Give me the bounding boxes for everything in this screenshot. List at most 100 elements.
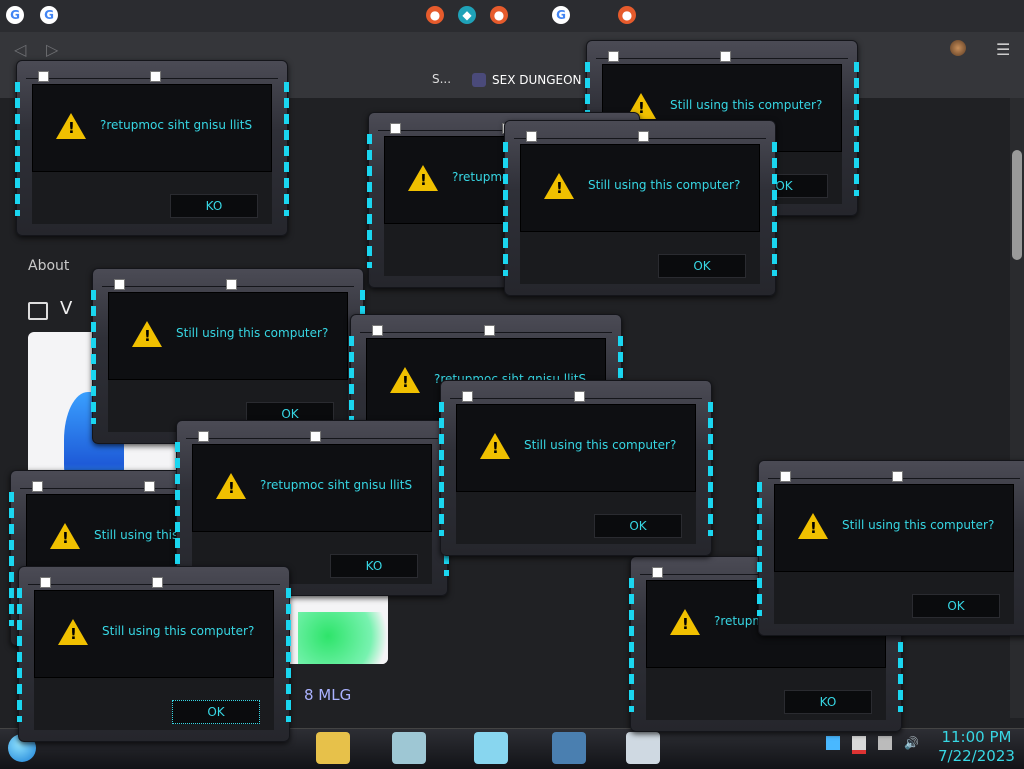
warning-icon bbox=[132, 321, 162, 347]
frame-lights bbox=[17, 588, 22, 722]
frame-lights bbox=[284, 82, 289, 216]
site-icon[interactable]: ● bbox=[490, 6, 508, 24]
dialog-titlebar[interactable] bbox=[28, 572, 280, 588]
window-icon bbox=[198, 431, 209, 442]
window-icon bbox=[462, 391, 473, 402]
ok-button[interactable]: KO bbox=[330, 554, 418, 578]
tray-icon[interactable] bbox=[826, 736, 840, 750]
google-icon[interactable]: G bbox=[40, 6, 58, 24]
warning-icon bbox=[50, 523, 80, 549]
dialog-titlebar[interactable] bbox=[102, 274, 354, 290]
dialog-message: Still using this computer? bbox=[670, 98, 823, 112]
app-icon[interactable] bbox=[626, 732, 660, 764]
clock[interactable]: 11:00 PM 7/22/2023 bbox=[938, 728, 1015, 766]
flag-icon[interactable] bbox=[852, 736, 866, 754]
window-icon bbox=[38, 71, 49, 82]
menu-icon[interactable]: ☰ bbox=[996, 40, 1010, 59]
notepad-icon[interactable] bbox=[392, 732, 426, 764]
frame-lights bbox=[367, 134, 372, 268]
window-icon bbox=[144, 481, 155, 492]
google-icon[interactable]: G bbox=[6, 6, 24, 24]
google-icon[interactable]: G bbox=[552, 6, 570, 24]
warning-icon bbox=[480, 433, 510, 459]
warning-icon bbox=[216, 473, 246, 499]
frame-lights bbox=[9, 492, 14, 626]
scrollbar-thumb[interactable] bbox=[1012, 150, 1022, 260]
ok-button[interactable]: OK bbox=[172, 700, 260, 724]
dialog-window[interactable]: Still using this computer? OK bbox=[17, 566, 291, 742]
dialog-titlebar[interactable] bbox=[514, 126, 766, 142]
clock-date: 7/22/2023 bbox=[938, 747, 1015, 765]
app-icon[interactable] bbox=[474, 732, 508, 764]
ok-button[interactable]: OK bbox=[658, 254, 746, 278]
site-icon[interactable]: ● bbox=[426, 6, 444, 24]
dialog-titlebar[interactable] bbox=[450, 386, 702, 402]
ok-button[interactable]: KO bbox=[784, 690, 872, 714]
window-icon bbox=[40, 577, 51, 588]
frame-lights bbox=[286, 588, 291, 722]
window-icon bbox=[780, 471, 791, 482]
app-icon[interactable] bbox=[552, 732, 586, 764]
window-icon bbox=[638, 131, 649, 142]
frame-lights bbox=[854, 62, 859, 196]
dialog-message: Still using this computer? bbox=[588, 178, 741, 192]
dialog-message: Still using this computer? bbox=[842, 518, 995, 532]
window-icon bbox=[32, 481, 43, 492]
play-icon[interactable] bbox=[28, 302, 48, 320]
warning-icon bbox=[544, 173, 574, 199]
ok-button[interactable]: KO bbox=[170, 194, 258, 218]
tab-active[interactable]: SEX DUNGEON bbox=[472, 68, 582, 92]
window-icon bbox=[574, 391, 585, 402]
tab-strip: G G ● ◆ ● G ● bbox=[0, 0, 1024, 32]
window-icon bbox=[114, 279, 125, 290]
dialog-message: Still using this computer? bbox=[176, 326, 329, 340]
warning-icon bbox=[408, 165, 438, 191]
folder-icon[interactable] bbox=[316, 732, 350, 764]
dialog-titlebar[interactable] bbox=[186, 426, 438, 442]
dialog-message: Still using this computer? bbox=[102, 624, 255, 638]
dialog-titlebar[interactable] bbox=[596, 46, 848, 62]
frame-lights bbox=[175, 442, 180, 576]
window-icon bbox=[152, 577, 163, 588]
dialog-window[interactable]: Still using this computer? OK bbox=[503, 120, 777, 296]
frame-lights bbox=[503, 142, 508, 276]
window-icon bbox=[652, 567, 663, 578]
frame-lights bbox=[629, 578, 634, 712]
warning-icon bbox=[56, 113, 86, 139]
dialog-window[interactable]: Still using this computer? OK bbox=[757, 460, 1024, 636]
window-icon bbox=[372, 325, 383, 336]
network-icon[interactable] bbox=[878, 736, 892, 750]
volume-icon[interactable]: 🔊 bbox=[904, 736, 919, 750]
profile-avatar[interactable] bbox=[950, 40, 966, 56]
dialog-titlebar[interactable] bbox=[768, 466, 1020, 482]
dialog-titlebar[interactable] bbox=[26, 66, 278, 82]
window-icon bbox=[720, 51, 731, 62]
forward-icon[interactable]: ▷ bbox=[46, 40, 58, 59]
warning-icon bbox=[390, 367, 420, 393]
dialog-window[interactable]: Still using this computer? OK bbox=[439, 380, 713, 556]
game-icon bbox=[472, 73, 486, 87]
ok-button[interactable]: OK bbox=[594, 514, 682, 538]
window-icon bbox=[892, 471, 903, 482]
warning-icon bbox=[58, 619, 88, 645]
dialog-message: ?retupmoc siht gnisu llitS bbox=[100, 118, 253, 132]
back-icon[interactable]: ◁ bbox=[14, 40, 26, 59]
dialog-window[interactable]: ?retupmoc siht gnisu llitS KO bbox=[15, 60, 289, 236]
frame-lights bbox=[439, 402, 444, 536]
window-icon bbox=[484, 325, 495, 336]
dialog-message: Still using this computer? bbox=[524, 438, 677, 452]
about-link[interactable]: About bbox=[28, 258, 69, 274]
warning-icon bbox=[670, 609, 700, 635]
window-icon bbox=[226, 279, 237, 290]
frame-lights bbox=[772, 142, 777, 276]
site-icon[interactable]: ● bbox=[618, 6, 636, 24]
dialog-titlebar[interactable] bbox=[360, 320, 612, 336]
ok-button[interactable]: OK bbox=[912, 594, 1000, 618]
video-title[interactable]: 8 MLG bbox=[304, 686, 351, 704]
tab-title-partial[interactable]: S... bbox=[432, 72, 451, 86]
frame-lights bbox=[91, 290, 96, 424]
site-icon[interactable]: ◆ bbox=[458, 6, 476, 24]
dialog-message: ?retupmoc siht gnisu llitS bbox=[260, 478, 413, 492]
dialog-window[interactable]: Still using this computer?OK bbox=[91, 268, 365, 444]
window-icon bbox=[526, 131, 537, 142]
